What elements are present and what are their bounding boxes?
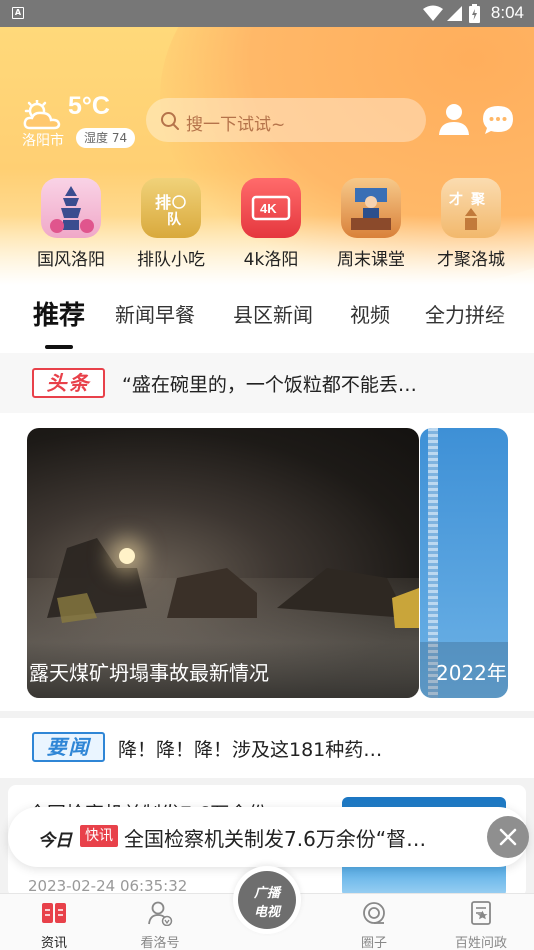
cell-signal-icon <box>447 6 462 21</box>
wifi-icon <box>423 5 443 21</box>
important-news-row[interactable]: 要闻 降！降！降！涉及这181种药… <box>0 718 534 778</box>
nav-inquiry[interactable]: 百姓问政 <box>441 900 521 950</box>
carousel-slide[interactable]: 露天煤矿坍塌事故最新情况 <box>27 428 419 698</box>
search-icon <box>161 112 179 130</box>
classroom-icon <box>341 178 401 238</box>
circle-icon <box>363 902 385 924</box>
talent-city-icon: 才 聚 <box>441 178 501 238</box>
active-tab-indicator <box>45 345 73 349</box>
tab-video[interactable]: 视频 <box>350 299 390 328</box>
headline-text[interactable]: “盛在碗里的，一个饭粒都不能丢… <box>122 370 417 397</box>
today-label: 今日 <box>38 831 72 851</box>
quick-link-weekend-class[interactable]: 周末课堂 <box>323 178 419 270</box>
tab-news-breakfast[interactable]: 新闻早餐 <box>115 299 195 328</box>
status-bar: A 8:04 <box>0 0 534 27</box>
close-icon <box>499 828 517 846</box>
tv-button-line2: 电视 <box>253 905 280 920</box>
svg-text:聚: 聚 <box>470 192 486 208</box>
quick-link-label: 排队小吃 <box>137 250 205 270</box>
nav-kanluo[interactable]: 看洛号 <box>120 900 200 950</box>
flash-news-text[interactable]: 全国检察机关制发7.6万余份“督… <box>124 823 426 852</box>
carousel-caption: 2022年 <box>436 661 507 685</box>
quick-link-label: 周末课堂 <box>337 250 405 270</box>
nav-circle[interactable]: 圈子 <box>334 900 414 950</box>
headline-tag: 头条 <box>32 368 105 398</box>
svg-text:才: 才 <box>449 191 463 208</box>
tv-button-line1: 广播 <box>253 886 280 901</box>
4k-icon: 4K <box>241 178 301 238</box>
nav-label: 资讯 <box>40 936 67 950</box>
humidity-badge: 湿度 74 <box>76 128 136 148</box>
tab-recommend[interactable]: 推荐 <box>33 295 85 332</box>
nav-label: 百姓问政 <box>454 936 507 950</box>
search-placeholder[interactable]: 搜一下试试~ <box>186 110 285 135</box>
battery-icon <box>469 4 480 23</box>
flash-news-toast[interactable]: 今日 快讯 全国检察机关制发7.6万余份“督… <box>8 807 528 867</box>
inquiry-icon <box>471 901 491 925</box>
app-notification-icon: A <box>12 7 24 19</box>
important-news-tag: 要闻 <box>32 732 105 762</box>
news-icon <box>42 903 66 923</box>
close-toast-button[interactable] <box>487 816 529 858</box>
carousel-caption: 露天煤矿坍塌事故最新情况 <box>29 661 269 685</box>
svg-text:队: 队 <box>167 211 182 228</box>
quick-link-guofeng[interactable]: 国风洛阳 <box>23 178 119 270</box>
tab-county-news[interactable]: 县区新闻 <box>233 299 313 328</box>
category-tabs: 推荐 新闻早餐 县区新闻 视频 全力拼经 <box>0 285 534 353</box>
carousel-slide[interactable]: 2022年 <box>420 428 508 698</box>
nav-label: 看洛号 <box>140 936 180 950</box>
user-v-icon <box>148 901 173 927</box>
quick-link-talent[interactable]: 才 聚 才聚洛城 <box>423 178 519 270</box>
quick-link-4k[interactable]: 4K 4k洛阳 <box>223 178 319 270</box>
partly-cloudy-icon <box>23 100 61 130</box>
nav-news[interactable]: 资讯 <box>14 900 94 950</box>
broadcast-tv-button[interactable]: 广播 电视 <box>233 866 301 934</box>
temperature-text: 5°C <box>68 92 110 120</box>
pagoda-peony-icon <box>41 178 101 238</box>
tab-full-effort[interactable]: 全力拼经 <box>425 299 505 328</box>
mine-light <box>119 548 135 564</box>
user-profile-icon[interactable] <box>438 102 470 136</box>
svg-text:4K: 4K <box>260 201 277 216</box>
snack-queue-icon: 排 队 <box>141 178 201 238</box>
quick-link-label: 国风洛阳 <box>37 250 105 270</box>
quick-link-label: 4k洛阳 <box>243 250 299 270</box>
news-carousel: 露天煤矿坍塌事故最新情况 2022年 <box>0 413 534 711</box>
flash-news-badge: 快讯 <box>80 825 118 847</box>
quick-link-label: 才聚洛城 <box>437 250 505 270</box>
quick-link-snacks[interactable]: 排 队 排队小吃 <box>123 178 219 270</box>
headline-row[interactable]: 头条 “盛在碗里的，一个饭粒都不能丢… <box>0 353 534 413</box>
clock-time: 8:04 <box>490 3 524 22</box>
important-news-text[interactable]: 降！降！降！涉及这181种药… <box>118 735 382 762</box>
city-name[interactable]: 洛阳市 <box>22 130 64 150</box>
svg-text:排: 排 <box>155 193 171 212</box>
message-icon[interactable] <box>482 104 514 136</box>
search-bar[interactable]: 搜一下试试~ <box>146 98 426 142</box>
nav-label: 圈子 <box>360 936 387 950</box>
excavator-scene-image <box>47 538 419 628</box>
